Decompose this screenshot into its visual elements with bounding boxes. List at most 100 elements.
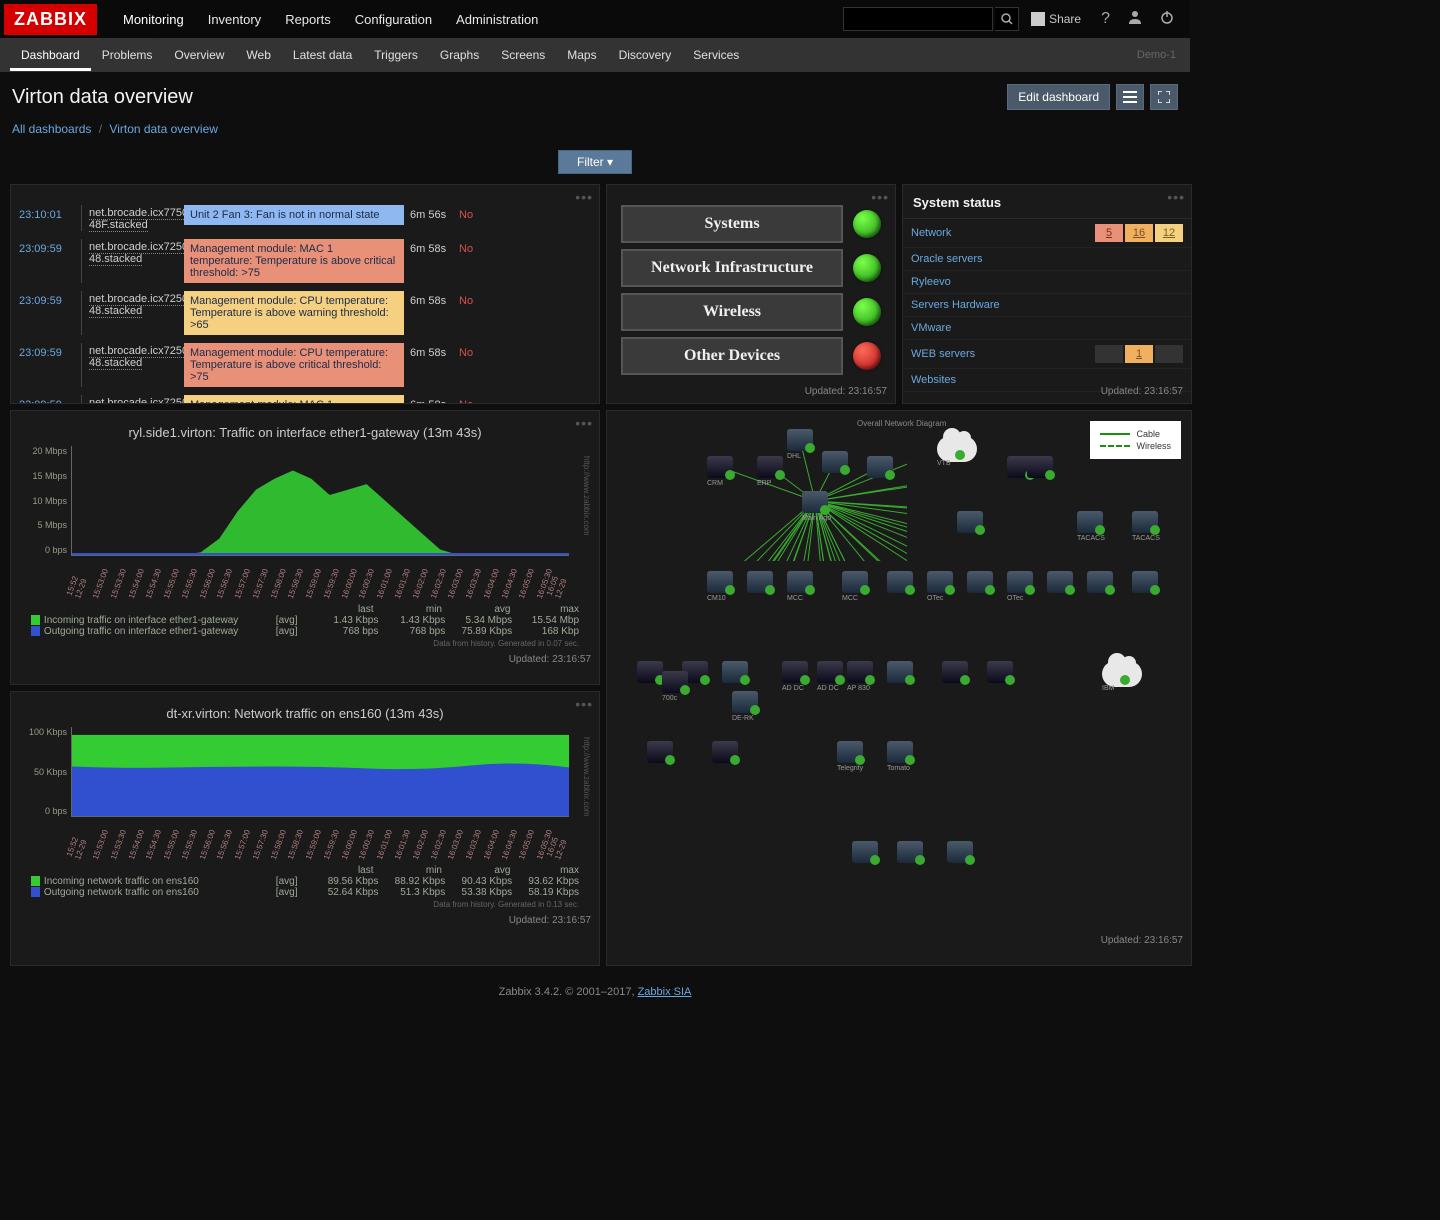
nav-item-reports[interactable]: Reports — [273, 1, 343, 38]
subnav-item-dashboard[interactable]: Dashboard — [10, 39, 91, 71]
help-icon[interactable]: ? — [1093, 10, 1118, 28]
ack-link[interactable]: No — [459, 395, 489, 404]
subnav-item-problems[interactable]: Problems — [91, 39, 164, 71]
widget-menu-icon[interactable]: ••• — [1167, 189, 1185, 205]
sys-row[interactable]: Servers Hardware — [903, 294, 1191, 317]
search-icon[interactable] — [995, 7, 1019, 31]
status-tick-icon — [885, 470, 895, 480]
problem-row[interactable]: 23:09:59 net.brocade.icx7250-48.stacked … — [11, 339, 599, 391]
widget-menu-icon[interactable]: ••• — [575, 696, 593, 712]
status-tick-icon — [725, 470, 735, 480]
status-tick-icon — [1095, 525, 1105, 535]
status-row[interactable]: Network Infrastructure — [621, 249, 881, 287]
chart-title: dt-xr.virton: Network traffic on ens160 … — [11, 692, 599, 727]
nav-item-configuration[interactable]: Configuration — [343, 1, 444, 38]
ack-link[interactable]: No — [459, 239, 489, 255]
map-area[interactable]: Cable Wireless DHLVTBCRMERPMain AgoTACAC… — [607, 411, 1191, 931]
chart-svg — [72, 727, 569, 816]
status-tick-icon — [840, 465, 850, 475]
edit-dashboard-button[interactable]: Edit dashboard — [1007, 84, 1110, 110]
status-row[interactable]: Other Devices — [621, 337, 881, 375]
widget-menu-icon[interactable]: ••• — [575, 189, 593, 205]
fullscreen-icon[interactable] — [1150, 84, 1178, 110]
widget-menu-icon[interactable]: ••• — [871, 189, 889, 205]
ack-link[interactable]: No — [459, 343, 489, 359]
status-tick-icon — [680, 685, 690, 695]
subnav-item-discovery[interactable]: Discovery — [608, 39, 683, 71]
subnav-item-triggers[interactable]: Triggers — [363, 39, 429, 71]
nav-item-administration[interactable]: Administration — [444, 1, 550, 38]
footer-link[interactable]: Zabbix SIA — [638, 986, 692, 998]
filter-button[interactable]: Filter ▾ — [558, 150, 632, 174]
network-map-widget: ••• Cable Wireless DHLVTBCRMERPMain AgoT… — [606, 410, 1192, 966]
status-tick-icon — [750, 705, 760, 715]
problem-row[interactable]: 23:09:59 net.brocade.icx7250-48.stacked … — [11, 391, 599, 404]
breadcrumb: All dashboards / Virton data overview — [0, 116, 1190, 146]
status-tick-icon — [870, 855, 880, 865]
status-tick-icon — [905, 675, 915, 685]
main-nav: MonitoringInventoryReportsConfigurationA… — [111, 1, 550, 38]
status-tick-icon — [985, 585, 995, 595]
sub-nav: DashboardProblemsOverviewWebLatest dataT… — [0, 38, 1190, 72]
status-tick-icon — [945, 585, 955, 595]
sys-row[interactable]: Ryleevo — [903, 271, 1191, 294]
status-tick-icon — [1005, 675, 1015, 685]
status-tick-icon — [865, 675, 875, 685]
user-icon[interactable] — [1120, 10, 1150, 29]
status-tick-icon — [805, 443, 815, 453]
widget-menu-icon[interactable]: ••• — [575, 415, 593, 431]
subnav-item-services[interactable]: Services — [682, 39, 750, 71]
sys-row[interactable]: Oracle servers — [903, 248, 1191, 271]
chart-legend: lastminavgmax Incoming traffic on interf… — [31, 604, 579, 637]
status-tick-icon — [740, 675, 750, 685]
chart-svg — [72, 446, 569, 555]
filter-row: Filter ▾ — [0, 146, 1190, 178]
status-lights-widget: ••• Systems Network Infrastructure Wireles… — [606, 184, 896, 404]
sys-row[interactable]: Network51612 — [903, 219, 1191, 248]
zabbix-icon — [1031, 12, 1045, 26]
ack-link[interactable]: No — [459, 205, 489, 221]
status-light-icon — [853, 342, 881, 370]
sys-row[interactable]: VMware — [903, 317, 1191, 340]
subnav-item-overview[interactable]: Overview — [163, 39, 235, 71]
chart-title: ryl.side1.virton: Traffic on interface e… — [11, 411, 599, 446]
sys-row[interactable]: WEB servers 1 — [903, 340, 1191, 369]
problem-row[interactable]: 23:10:01 net.brocade.icx7750-48F.stacked… — [11, 201, 599, 235]
nav-item-monitoring[interactable]: Monitoring — [111, 1, 196, 38]
status-light-icon — [853, 254, 881, 282]
system-status-title: System status — [903, 185, 1191, 219]
page-header: Virton data overview Edit dashboard — [0, 72, 1190, 116]
status-row[interactable]: Wireless — [621, 293, 881, 331]
chart-area: 20 Mbps15 Mbps10 Mbps5 Mbps0 bps http://… — [71, 446, 569, 556]
menu-icon[interactable] — [1116, 84, 1144, 110]
power-icon[interactable] — [1152, 10, 1182, 29]
subnav-item-screens[interactable]: Screens — [490, 39, 556, 71]
subnav-item-graphs[interactable]: Graphs — [429, 39, 490, 71]
chart-area: 100 Kbps50 Kbps0 bps http://www.zabbix.c… — [71, 727, 569, 817]
subnav-item-web[interactable]: Web — [235, 39, 281, 71]
status-row[interactable]: Systems — [621, 205, 881, 243]
nav-item-inventory[interactable]: Inventory — [196, 1, 273, 38]
status-tick-icon — [835, 675, 845, 685]
network-chart-widget: ••• dt-xr.virton: Network traffic on ens… — [10, 691, 600, 966]
status-tick-icon — [725, 585, 735, 595]
status-tick-icon — [905, 755, 915, 765]
search-input[interactable] — [843, 7, 993, 31]
status-tick-icon — [975, 525, 985, 535]
subnav-item-latest-data[interactable]: Latest data — [282, 39, 363, 71]
status-tick-icon — [915, 855, 925, 865]
status-tick-icon — [1065, 585, 1075, 595]
status-tick-icon — [955, 450, 965, 460]
problem-row[interactable]: 23:09:59 net.brocade.icx7250-48.stacked … — [11, 287, 599, 339]
traffic-chart-widget: ••• ryl.side1.virton: Traffic on interfa… — [10, 410, 600, 685]
status-tick-icon — [820, 505, 830, 515]
problems-widget: ••• 23:10:01 net.brocade.icx7750-48F.sta… — [10, 184, 600, 404]
share-link[interactable]: Share — [1021, 12, 1091, 26]
logo[interactable]: ZABBIX — [4, 4, 97, 35]
status-tick-icon — [765, 585, 775, 595]
subnav-item-maps[interactable]: Maps — [556, 39, 607, 71]
breadcrumb-all[interactable]: All dashboards — [12, 122, 91, 136]
ack-link[interactable]: No — [459, 291, 489, 307]
breadcrumb-current[interactable]: Virton data overview — [109, 122, 218, 136]
problem-row[interactable]: 23:09:59 net.brocade.icx7250-48.stacked … — [11, 235, 599, 287]
